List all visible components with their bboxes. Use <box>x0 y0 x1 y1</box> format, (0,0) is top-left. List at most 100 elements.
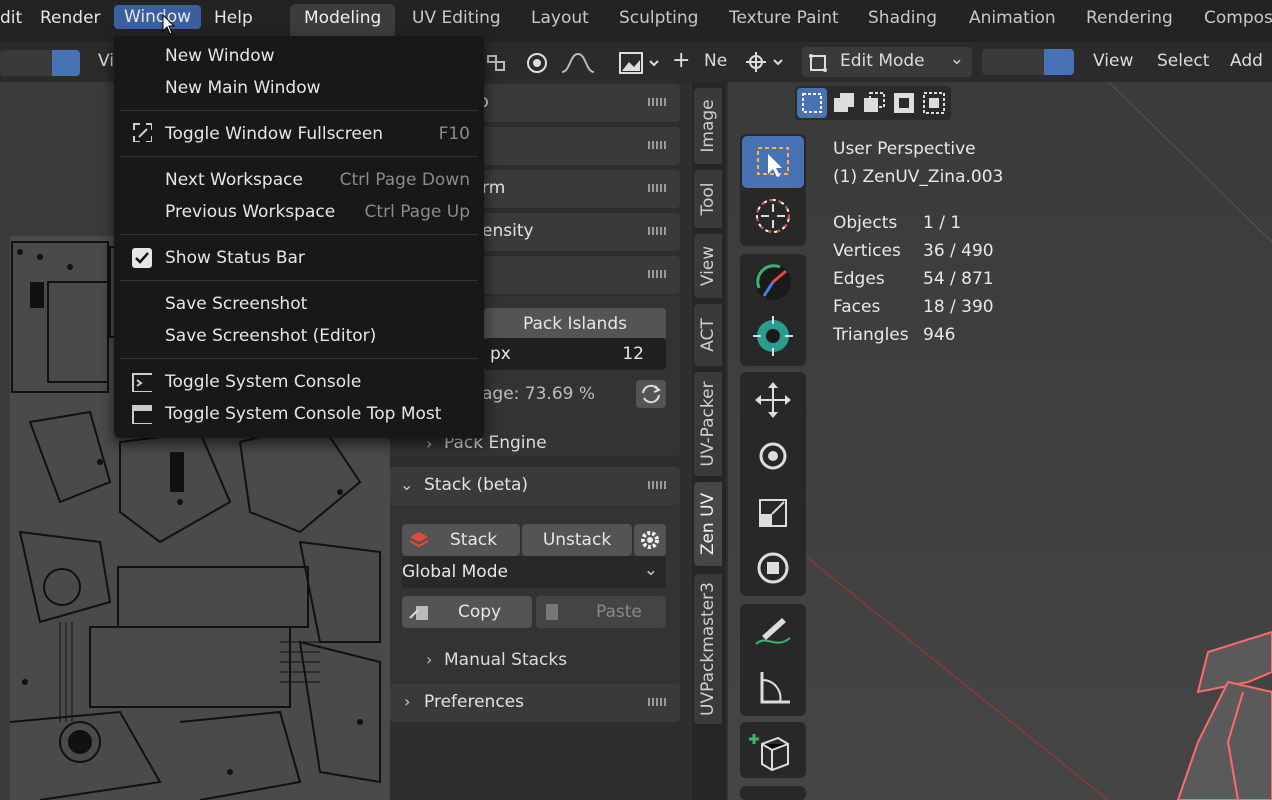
tab-view[interactable]: View <box>694 234 722 298</box>
chevron-right-icon: › <box>404 692 411 711</box>
checkbox-checked-icon[interactable] <box>132 248 152 268</box>
annotate-tool-icon[interactable] <box>742 606 804 658</box>
menu-window[interactable]: Window <box>114 5 202 29</box>
tab-uv-packer[interactable]: UV-Packer <box>694 372 722 476</box>
stat-edges-value: 54 / 871 <box>923 269 994 289</box>
select-subtract-icon[interactable] <box>859 88 889 118</box>
tab-rendering[interactable]: Rendering <box>1086 8 1173 28</box>
view-menu[interactable]: Vi <box>98 51 114 71</box>
measure-tool-icon[interactable] <box>742 660 804 712</box>
transform-tool-icon[interactable] <box>742 542 804 594</box>
select-invert-icon[interactable] <box>889 88 919 118</box>
snap-target-icon[interactable] <box>742 310 804 362</box>
select-mode-group[interactable] <box>0 50 80 76</box>
stat-vertices-value: 36 / 490 <box>923 241 994 261</box>
menu-edit[interactable]: dit <box>0 8 22 28</box>
chevron-right-icon[interactable]: › <box>426 650 432 669</box>
tab-modeling[interactable]: Modeling <box>290 4 396 36</box>
margin-field[interactable]: px 12 <box>484 338 666 370</box>
pack-islands-button[interactable]: Pack Islands <box>484 308 666 340</box>
menu-render[interactable]: Render <box>40 8 101 28</box>
save-screenshot-editor-item[interactable]: Save Screenshot (Editor) <box>165 326 376 346</box>
snap-icon[interactable] <box>484 50 514 76</box>
select-mode-group[interactable] <box>982 49 1074 75</box>
stack-button[interactable]: Stack <box>402 524 520 556</box>
tab-uv-packer-label: UV-Packer <box>698 381 718 467</box>
mode-dropdown[interactable]: Edit Mode ⌄ <box>802 47 972 77</box>
manual-stacks-subpanel[interactable]: Manual Stacks <box>444 650 567 670</box>
gear-icon[interactable] <box>634 524 666 556</box>
tab-image[interactable]: Image <box>694 88 722 164</box>
margin-value: 12 <box>622 344 644 364</box>
menu-select[interactable]: Select <box>1157 51 1209 71</box>
previous-workspace-item[interactable]: Previous Workspace <box>165 202 335 222</box>
unstack-button[interactable]: Unstack <box>522 524 632 556</box>
cursor-tool-icon[interactable] <box>742 190 804 242</box>
3d-viewport[interactable] <box>728 42 1272 800</box>
scale-tool-icon[interactable] <box>742 486 804 538</box>
drag-grip-icon[interactable] <box>648 481 666 489</box>
select-extend-icon[interactable] <box>829 88 859 118</box>
toggle-console-top-most-item[interactable]: Toggle System Console Top Most <box>165 404 441 424</box>
tab-uv-editing[interactable]: UV Editing <box>412 8 501 28</box>
menu-separator <box>120 156 478 157</box>
select-intersect-icon[interactable] <box>919 88 949 118</box>
falloff-icon[interactable] <box>558 50 602 76</box>
drag-grip-icon[interactable] <box>648 698 666 706</box>
tab-sculpting[interactable]: Sculpting <box>619 8 698 28</box>
stat-objects-value: 1 / 1 <box>923 213 962 233</box>
toggle-system-console-item[interactable]: Toggle System Console <box>165 372 361 392</box>
menu-separator <box>120 234 478 235</box>
tab-zen-uv[interactable]: Zen UV <box>694 482 722 566</box>
tab-shading[interactable]: Shading <box>868 8 937 28</box>
drag-grip-icon[interactable] <box>648 227 666 235</box>
refresh-icon[interactable] <box>636 380 666 408</box>
paste-icon <box>546 604 558 620</box>
show-status-bar-item[interactable]: Show Status Bar <box>165 248 305 268</box>
image-icon[interactable] <box>614 50 662 76</box>
paste-button[interactable]: Paste <box>536 596 666 628</box>
tab-uvpackmaster3[interactable]: UVPackmaster3 <box>694 574 722 724</box>
new-window-item[interactable]: New Window <box>165 46 275 66</box>
transform-gizmo-icon[interactable] <box>742 256 804 308</box>
rotate-tool-icon[interactable] <box>742 430 804 482</box>
select-new-icon[interactable] <box>797 88 827 118</box>
stat-objects-label: Objects <box>833 213 898 233</box>
preferences-panel-header[interactable]: › Preferences <box>390 684 680 722</box>
copy-button[interactable]: Copy <box>402 596 532 628</box>
tab-tool[interactable]: Tool <box>694 170 722 228</box>
menu-view[interactable]: View <box>1093 51 1133 71</box>
select-mode-face-icon[interactable] <box>52 50 80 76</box>
console-icon <box>132 373 152 392</box>
move-tool-icon[interactable] <box>742 374 804 426</box>
select-box-tool-icon[interactable] <box>742 136 804 188</box>
new-main-window-item[interactable]: New Main Window <box>165 78 321 98</box>
stack-panel-title: Stack (beta) <box>424 475 529 495</box>
add-cube-tool-icon[interactable] <box>742 724 804 776</box>
proportional-edit-icon[interactable] <box>522 50 552 76</box>
stat-triangles-label: Triangles <box>833 325 909 345</box>
next-workspace-item[interactable]: Next Workspace <box>165 170 303 190</box>
toggle-fullscreen-item[interactable]: Toggle Window Fullscreen <box>165 124 383 144</box>
menu-help[interactable]: Help <box>214 8 253 28</box>
tab-layout[interactable]: Layout <box>531 8 589 28</box>
drag-grip-icon[interactable] <box>648 184 666 192</box>
face-select-icon[interactable] <box>1044 49 1074 75</box>
viewport-scene <box>728 42 1272 800</box>
tab-act[interactable]: ACT <box>694 304 722 366</box>
menu-add[interactable]: Add <box>1230 51 1263 71</box>
drag-grip-icon[interactable] <box>648 141 666 149</box>
tab-texture-paint[interactable]: Texture Paint <box>729 8 839 28</box>
drag-grip-icon[interactable] <box>648 98 666 106</box>
fullscreen-icon <box>133 123 152 142</box>
tab-compositing[interactable]: Compos <box>1204 8 1272 28</box>
save-screenshot-item[interactable]: Save Screenshot <box>165 294 307 314</box>
new-image-button[interactable]: Ne <box>704 51 727 71</box>
editor-type-icon[interactable] <box>742 49 788 75</box>
new-image-plus-icon[interactable]: + <box>672 48 690 73</box>
drag-grip-icon[interactable] <box>648 270 666 278</box>
tab-uvpackmaster3-label: UVPackmaster3 <box>698 582 718 716</box>
tab-animation[interactable]: Animation <box>969 8 1056 28</box>
stack-panel-header[interactable]: ⌄ Stack (beta) <box>390 467 680 505</box>
global-mode-dropdown[interactable]: Global Mode ⌄ <box>402 556 666 588</box>
